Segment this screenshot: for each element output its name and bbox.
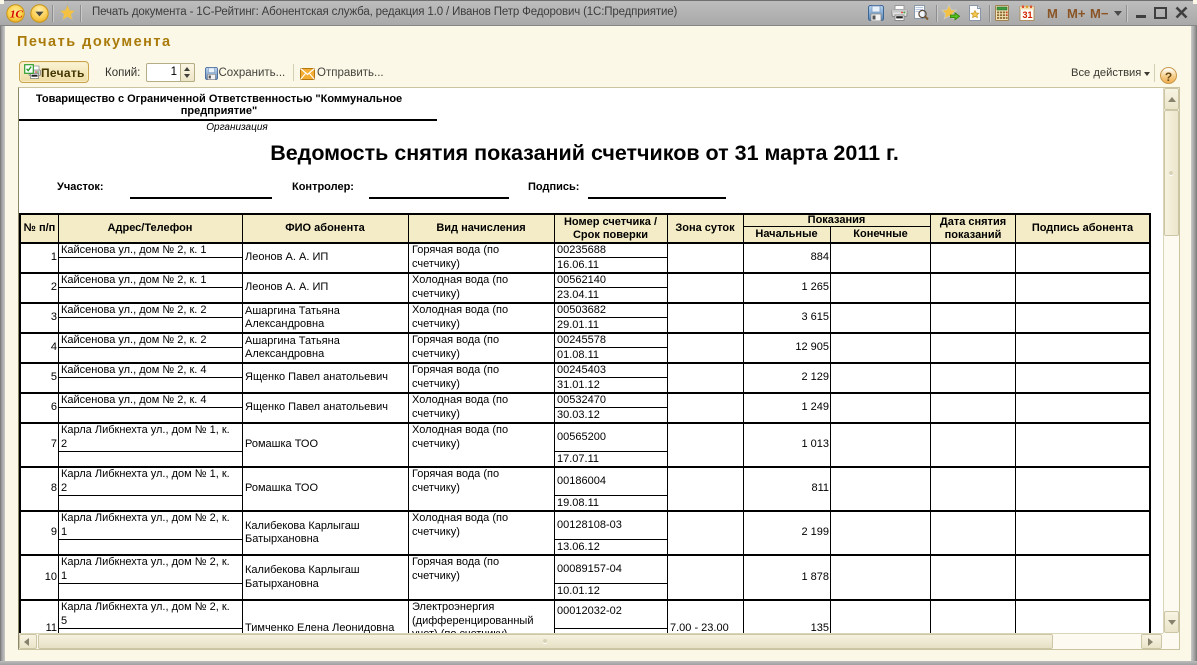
svg-text:31: 31: [1023, 10, 1033, 20]
svg-text:1С: 1С: [10, 9, 24, 21]
